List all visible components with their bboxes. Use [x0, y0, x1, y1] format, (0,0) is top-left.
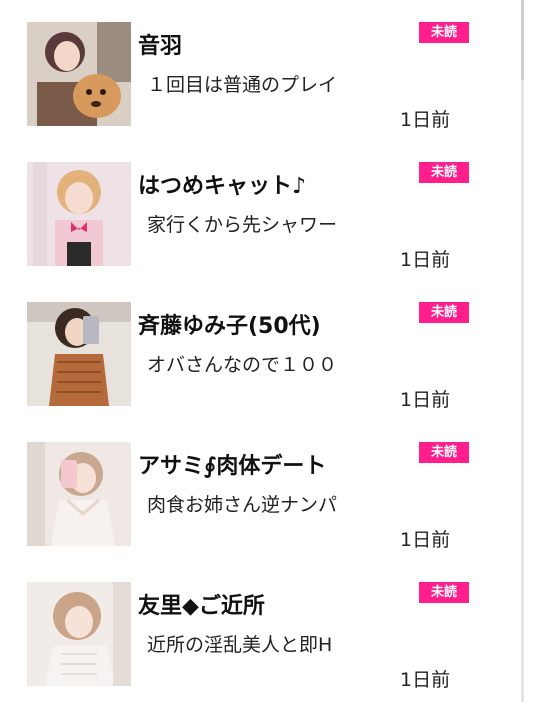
scrollbar-thumb[interactable]: [521, 0, 524, 80]
sender-name: 音羽: [138, 34, 183, 59]
message-item[interactable]: 友里◆ご近所 近所の淫乱美人と即H 未読 1日前: [0, 560, 520, 700]
unread-badge: 未読: [419, 162, 469, 183]
timestamp: 1日前: [400, 249, 451, 271]
timestamp: 1日前: [400, 389, 451, 411]
timestamp: 1日前: [400, 529, 451, 551]
sender-name: 斉藤ゆみ子(50代): [138, 314, 321, 339]
avatar: [27, 302, 131, 406]
message-item[interactable]: はつめキャット♪ 家行くから先シャワー 未読 1日前: [0, 140, 520, 280]
message-preview: 肉食お姉さん逆ナンパ: [147, 494, 338, 516]
timestamp: 1日前: [400, 669, 451, 691]
unread-badge: 未読: [419, 442, 469, 463]
avatar: [27, 582, 131, 686]
sender-name: はつめキャット♪: [138, 174, 307, 199]
message-preview: オバさんなので１００: [147, 354, 338, 376]
message-preview: 家行くから先シャワー: [147, 214, 338, 236]
message-item[interactable]: 斉藤ゆみ子(50代) オバさんなので１００ 未読 1日前: [0, 280, 520, 420]
avatar: [27, 22, 131, 126]
message-item[interactable]: 音羽 １回目は普通のプレイ 未読 1日前: [0, 0, 520, 140]
sender-name: 友里◆ご近所: [138, 594, 265, 619]
unread-badge: 未読: [419, 22, 469, 43]
message-item[interactable]: アサミ∮肉体デート 肉食お姉さん逆ナンパ 未読 1日前: [0, 420, 520, 560]
sender-name: アサミ∮肉体デート: [138, 454, 327, 479]
avatar: [27, 162, 131, 266]
message-preview: １回目は普通のプレイ: [147, 74, 338, 96]
timestamp: 1日前: [400, 109, 451, 131]
scrollbar-track[interactable]: [521, 0, 524, 702]
avatar: [27, 442, 131, 546]
unread-badge: 未読: [419, 302, 469, 323]
unread-badge: 未読: [419, 582, 469, 603]
message-preview: 近所の淫乱美人と即H: [147, 634, 333, 656]
